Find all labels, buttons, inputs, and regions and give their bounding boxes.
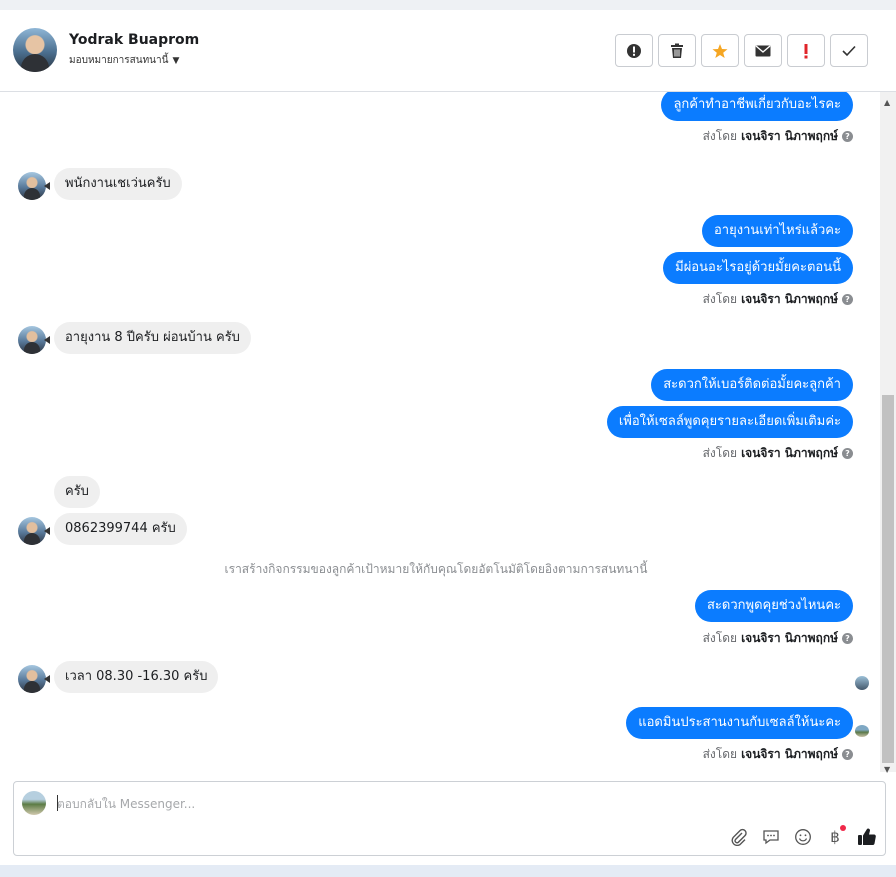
sent-by-label: ส่งโดย เจนจิรา นิภาพฤกษ์?: [703, 290, 853, 309]
scroll-up-arrow-icon[interactable]: ▲: [884, 98, 890, 107]
sent-by-label: ส่งโดย เจนจิรา นิภาพฤกษ์?: [703, 629, 853, 648]
payment-button[interactable]: ฿: [823, 825, 847, 849]
paperclip-icon: [731, 828, 747, 846]
scroll-down-arrow-icon[interactable]: ▼: [884, 765, 890, 774]
help-icon[interactable]: ?: [842, 749, 853, 760]
conversation-toolbar: [615, 34, 868, 67]
assign-label: มอบหมายการสนทนานี้: [69, 55, 169, 66]
incoming-message[interactable]: เวลา 08.30 -16.30 ครับ: [54, 661, 219, 693]
conversation-header: Yodrak Buaprom มอบหมายการสนทนานี้ ▼: [0, 10, 896, 92]
delete-button[interactable]: [658, 34, 696, 67]
contact-avatar-small[interactable]: [18, 326, 46, 354]
outgoing-message[interactable]: ลูกค้าทำอาชีพเกี่ยวกับอะไรคะ: [661, 92, 853, 121]
incoming-message[interactable]: อายุงาน 8 ปีครับ ผ่อนบ้าน ครับ: [54, 322, 251, 354]
incoming-message[interactable]: 0862399744 ครับ: [54, 513, 187, 545]
text-cursor: [57, 795, 58, 811]
help-icon[interactable]: ?: [842, 633, 853, 644]
help-icon[interactable]: ?: [842, 448, 853, 459]
envelope-icon: [755, 44, 771, 56]
emoji-icon: [795, 829, 811, 845]
notification-dot: [840, 825, 846, 831]
mark-important-button[interactable]: [787, 34, 825, 67]
saved-replies-icon: [763, 830, 779, 845]
arrow-left-icon: [44, 675, 50, 683]
contact-avatar[interactable]: [13, 28, 57, 72]
arrow-left-icon: [44, 527, 50, 535]
help-icon[interactable]: ?: [842, 131, 853, 142]
assign-conversation-dropdown[interactable]: มอบหมายการสนทนานี้ ▼: [69, 53, 179, 68]
incoming-message[interactable]: พนักงานเชเว่นครับ: [54, 168, 182, 200]
arrow-left-icon: [44, 336, 50, 344]
outgoing-message[interactable]: สะดวกให้เบอร์ติดต่อมั้ยคะลูกค้า: [651, 369, 853, 401]
message-thread[interactable]: ลูกค้าทำอาชีพเกี่ยวกับอะไรคะ ส่งโดย เจนจิ…: [0, 92, 880, 772]
window-top-strip: [0, 0, 896, 10]
composer-actions: ฿: [727, 825, 879, 849]
sent-by-label: ส่งโดย เจนจิรา นิภาพฤกษ์?: [703, 444, 853, 463]
sent-by-label: ส่งโดย เจนจิรา นิภาพฤกษ์?: [703, 745, 853, 764]
system-notice: เราสร้างกิจกรรมของลูกค้าเป้าหมายให้กับคุ…: [224, 562, 648, 576]
caret-down-icon: ▼: [172, 55, 180, 66]
emoji-button[interactable]: [791, 825, 815, 849]
trash-icon: [671, 43, 683, 58]
contact-avatar-small[interactable]: [18, 172, 46, 200]
exclamation-icon: [804, 43, 808, 58]
contact-name[interactable]: Yodrak Buaprom: [69, 32, 199, 48]
contact-avatar-small[interactable]: [18, 665, 46, 693]
help-icon[interactable]: ?: [842, 294, 853, 305]
exclamation-circle-icon: [627, 43, 641, 58]
contact-avatar-small[interactable]: [18, 517, 46, 545]
mark-unread-button[interactable]: [744, 34, 782, 67]
outgoing-message[interactable]: มีผ่อนอะไรอยู่ด้วยมั้ยคะตอนนี้: [663, 252, 853, 284]
sent-by-label: ส่งโดย เจนจิรา นิภาพฤกษ์?: [703, 127, 853, 146]
reply-input[interactable]: [57, 794, 657, 814]
attach-file-button[interactable]: [727, 825, 751, 849]
outgoing-message[interactable]: สะดวกพูดคุยช่วงไหนคะ: [695, 590, 853, 622]
read-receipt-avatar: [855, 725, 869, 737]
outgoing-message[interactable]: เพื่อให้เซลล์พูดคุยรายละเอียดเพิ่มเติมค่…: [606, 406, 853, 438]
like-button[interactable]: [855, 825, 879, 849]
thumbs-up-icon: [858, 828, 876, 846]
incoming-message[interactable]: ครับ: [54, 476, 100, 508]
baht-icon: ฿: [830, 828, 840, 846]
arrow-left-icon: [44, 182, 50, 190]
star-button[interactable]: [701, 34, 739, 67]
window-bottom-strip: [0, 865, 896, 877]
mark-done-button[interactable]: [830, 34, 868, 67]
read-receipt-avatar: [855, 676, 869, 690]
outgoing-message[interactable]: อายุงานเท่าไหร่แล้วคะ: [702, 215, 853, 247]
saved-replies-button[interactable]: [759, 825, 783, 849]
page-avatar: [22, 791, 46, 815]
check-icon: [842, 45, 856, 56]
inbox-conversation-panel: Yodrak Buaprom มอบหมายการสนทนานี้ ▼ ลูกค…: [0, 10, 896, 865]
scrollbar-thumb[interactable]: [882, 395, 894, 763]
spam-button[interactable]: [615, 34, 653, 67]
star-icon: [712, 43, 728, 58]
reply-composer: ฿: [13, 781, 886, 856]
outgoing-message[interactable]: แอดมินประสานงานกับเซลล์ให้นะคะ: [626, 707, 853, 739]
